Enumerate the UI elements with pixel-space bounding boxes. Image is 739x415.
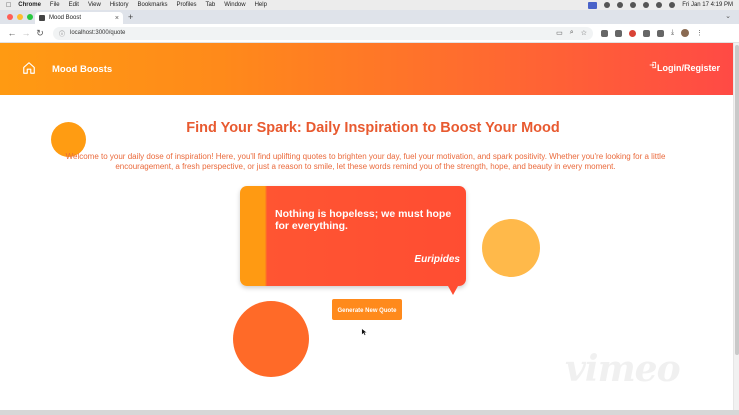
page-scrollbar[interactable]	[733, 43, 739, 410]
extension-icon[interactable]	[643, 29, 650, 37]
minimize-window-icon[interactable]	[17, 14, 23, 20]
puzzle-extensions-icon[interactable]	[657, 29, 664, 37]
address-bar[interactable]: ⓘ localhost:3000/quote ▭ ⌕ ☆	[53, 26, 593, 40]
scrollbar-thumb[interactable]	[735, 45, 739, 355]
login-register-link[interactable]: Login/Register	[649, 61, 721, 73]
login-register-label: Login/Register	[657, 63, 721, 73]
menu-history[interactable]: History	[110, 2, 129, 8]
home-icon[interactable]	[22, 61, 36, 75]
menu-window[interactable]: Window	[224, 2, 245, 8]
status-icon[interactable]	[617, 2, 624, 8]
status-icon[interactable]	[604, 2, 611, 8]
screen-recording-icon[interactable]	[588, 1, 598, 9]
quote-text: Nothing is hopeless; we must hope for ev…	[275, 208, 452, 232]
intro-paragraph: Welcome to your daily dose of inspiratio…	[65, 152, 666, 171]
vimeo-watermark: vimeo	[565, 348, 681, 390]
window-bottom-edge	[0, 410, 739, 415]
battery-icon[interactable]	[630, 2, 637, 8]
quote-author: Euripides	[414, 254, 460, 265]
forward-arrow-icon[interactable]: →	[19, 28, 33, 38]
menu-file[interactable]: File	[50, 2, 60, 8]
quote-card-tail	[448, 286, 458, 295]
profile-avatar[interactable]	[681, 29, 690, 37]
site-info-icon[interactable]: ⓘ	[59, 29, 65, 38]
bookmark-star-icon[interactable]: ☆	[581, 29, 587, 37]
page-title: Find Your Spark: Daily Inspiration to Bo…	[186, 120, 560, 136]
browser-tab-strip: Mood Boost × + ⌄	[0, 10, 739, 24]
brand-link[interactable]: Mood Boosts	[52, 64, 112, 75]
wifi-icon[interactable]	[643, 2, 650, 8]
back-arrow-icon[interactable]: ←	[5, 28, 19, 38]
decorative-circle	[233, 301, 309, 377]
control-center-icon[interactable]	[669, 2, 676, 8]
search-icon[interactable]	[656, 2, 663, 8]
menu-clock[interactable]: Fri Jan 17 4:19 PM	[682, 2, 733, 8]
apple-icon[interactable]: 	[6, 2, 11, 9]
browser-tab[interactable]: Mood Boost ×	[35, 12, 123, 24]
url-text[interactable]: localhost:3000/quote	[70, 30, 125, 36]
tab-title: Mood Boost	[49, 15, 82, 21]
tab-search-chevron-icon[interactable]: ⌄	[725, 12, 731, 20]
cast-icon[interactable]: ▭	[556, 29, 563, 37]
reload-icon[interactable]: ↻	[33, 28, 47, 39]
menu-edit[interactable]: Edit	[69, 2, 79, 8]
menu-view[interactable]: View	[88, 2, 101, 8]
menu-tab[interactable]: Tab	[206, 2, 216, 8]
more-menu-icon[interactable]: ⋮	[696, 29, 703, 37]
menu-app-name[interactable]: Chrome	[18, 2, 41, 8]
generate-quote-button[interactable]: Generate New Quote	[332, 299, 402, 320]
extension-icon[interactable]	[615, 29, 622, 37]
quote-card	[240, 186, 466, 286]
login-icon	[649, 61, 657, 69]
close-window-icon[interactable]	[7, 14, 13, 20]
decorative-circle	[482, 219, 540, 277]
window-controls	[7, 14, 33, 20]
download-icon[interactable]: ⤓	[671, 29, 674, 37]
close-tab-icon[interactable]: ×	[115, 15, 119, 22]
menu-status-area: Fri Jan 17 4:19 PM	[588, 1, 733, 9]
zoom-window-icon[interactable]	[27, 14, 33, 20]
extension-icon[interactable]	[629, 29, 636, 37]
new-tab-icon[interactable]: +	[128, 12, 133, 22]
zoom-icon[interactable]: ⌕	[570, 29, 574, 37]
browser-toolbar: ← → ↻ ⓘ localhost:3000/quote ▭ ⌕ ☆ ⤓ ⋮	[0, 24, 739, 43]
menu-help[interactable]: Help	[255, 2, 267, 8]
toolbar-extensions: ⤓ ⋮	[601, 29, 703, 37]
favicon-icon	[39, 15, 45, 21]
mouse-cursor-icon	[361, 328, 367, 336]
extension-icon[interactable]	[601, 29, 608, 37]
menu-bookmarks[interactable]: Bookmarks	[138, 2, 168, 8]
macos-menu-bar:  Chrome File Edit View History Bookmark…	[0, 0, 739, 10]
menu-profiles[interactable]: Profiles	[177, 2, 197, 8]
address-bar-actions: ▭ ⌕ ☆	[556, 29, 587, 37]
app-header: Mood Boosts Login/Register	[0, 43, 733, 95]
